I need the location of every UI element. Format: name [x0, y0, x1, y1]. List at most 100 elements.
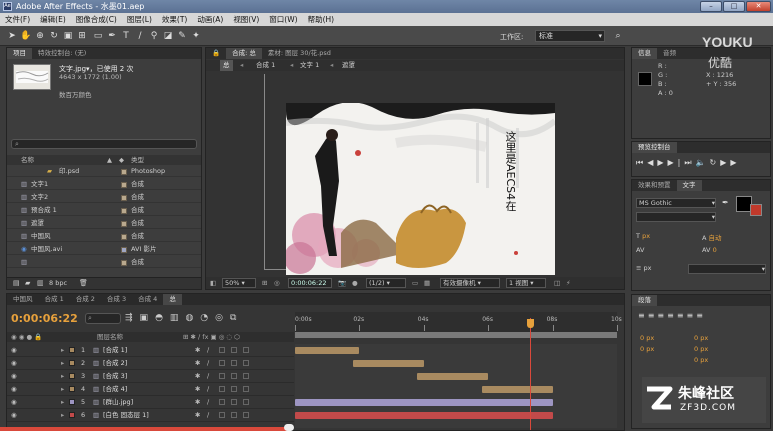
column-type[interactable]: 类型: [131, 155, 144, 165]
justify-right-icon[interactable]: ≡: [687, 311, 697, 320]
motion-blur-switch-box[interactable]: [243, 386, 249, 392]
project-row[interactable]: ▥ 遮罩 合成: [7, 218, 201, 229]
layer-duration-bar[interactable]: [352, 360, 424, 367]
timeline-current-time[interactable]: 0:00:06:22: [11, 312, 78, 325]
tab-audio[interactable]: 音频: [657, 48, 682, 59]
align-right-icon[interactable]: ≡: [657, 311, 667, 320]
eyedropper-icon[interactable]: ✒: [722, 198, 729, 207]
tab-timeline-china-style[interactable]: 中国风: [7, 294, 39, 305]
eye-visibility-icon[interactable]: ◉: [11, 409, 17, 422]
project-row[interactable]: ▥ 文字2 合成: [7, 192, 201, 203]
layer-duration-bar[interactable]: [295, 412, 553, 419]
layer-duration-bar[interactable]: [481, 386, 553, 393]
eraser-tool-icon[interactable]: ◪: [162, 30, 174, 42]
layer-name[interactable]: [合成 1]: [103, 344, 127, 357]
snapshot-icon[interactable]: 📷: [338, 277, 346, 289]
expand-arrow-icon[interactable]: ▸: [61, 357, 64, 370]
font-style-select[interactable]: ▾: [636, 212, 716, 222]
eye-visibility-icon[interactable]: ◉: [11, 357, 17, 370]
justify-all-icon[interactable]: ≡: [696, 311, 706, 320]
next-frame-icon[interactable]: ▶|: [668, 158, 685, 167]
column-name[interactable]: 名称: [21, 155, 34, 165]
new-folder-icon[interactable]: ▰: [25, 279, 30, 287]
eye-visibility-icon[interactable]: ◉: [11, 383, 17, 396]
previous-frame-icon[interactable]: ◀: [647, 158, 657, 167]
menu-window[interactable]: 窗口(W): [264, 13, 302, 26]
tab-timeline-comp-4[interactable]: 合成 4: [132, 294, 163, 305]
brainstorm-icon[interactable]: ◔: [200, 313, 215, 323]
viewer-timecode[interactable]: 0:00:06:22: [288, 278, 332, 288]
minimize-button[interactable]: –: [700, 1, 722, 12]
auto-keyframe-icon[interactable]: ◎: [215, 313, 230, 323]
selection-tool-icon[interactable]: ➤: [6, 30, 18, 42]
frame-blend-switch-box[interactable]: [231, 347, 237, 353]
frame-blend-switch-box[interactable]: [231, 412, 237, 418]
menu-effect[interactable]: 效果(T): [157, 13, 192, 26]
quality-switch-icon[interactable]: ∕: [207, 344, 209, 357]
composition-viewer-canvas[interactable]: 这里是AECS4在: [286, 103, 555, 275]
frame-blend-switch-box[interactable]: [231, 399, 237, 405]
layer-duration-bar[interactable]: [417, 373, 489, 380]
play-icon[interactable]: ▶: [657, 158, 667, 167]
motion-blur-switch-box[interactable]: [243, 399, 249, 405]
layer-name[interactable]: [白色 固态层 1]: [103, 409, 149, 422]
motion-blur-switch-box[interactable]: [243, 412, 249, 418]
project-row[interactable]: ◉ 中国风.avi AVI 影片: [7, 244, 201, 255]
workspace-select[interactable]: 标准 ▾: [535, 30, 605, 42]
tab-effects-presets[interactable]: 效果和预置: [632, 180, 677, 191]
camera-tool-icon[interactable]: ▣: [62, 30, 74, 42]
effect-switch-box[interactable]: [219, 347, 225, 353]
indent-right-value[interactable]: 0 px: [694, 333, 708, 344]
label-column-icon[interactable]: ◆: [119, 155, 124, 165]
stroke-width-value[interactable]: px: [644, 264, 652, 272]
collapse-switch-icon[interactable]: ✱: [195, 409, 200, 422]
tab-effect-controls[interactable]: 特效控制台: (无): [32, 48, 92, 59]
collapse-switch-icon[interactable]: ✱: [195, 370, 200, 383]
shy-layers-icon[interactable]: ◓: [155, 313, 170, 323]
breadcrumb-item[interactable]: 总: [220, 60, 233, 71]
tab-preview[interactable]: 预览控制台: [632, 142, 677, 153]
tab-composition-total[interactable]: 合成: 总: [226, 48, 262, 59]
justify-left-icon[interactable]: ≡: [667, 311, 677, 320]
collapse-switch-icon[interactable]: ✱: [195, 383, 200, 396]
layer-label-swatch[interactable]: [69, 347, 75, 353]
draft-3d-icon[interactable]: ▣: [140, 313, 156, 323]
graph-editor-icon[interactable]: ⧉: [230, 313, 243, 323]
bit-depth-toggle[interactable]: 8 bpc: [49, 279, 67, 287]
first-frame-icon[interactable]: ⏮: [636, 158, 647, 167]
mask-visibility-icon[interactable]: ◎: [274, 277, 280, 289]
breadcrumb-item[interactable]: 遮罩: [342, 60, 355, 71]
indent-left-value[interactable]: 0 px: [640, 333, 654, 344]
collapse-switch-icon[interactable]: ✱: [195, 357, 200, 370]
puppet-tool-icon[interactable]: ✦: [190, 30, 202, 42]
font-family-select[interactable]: MS Gothic ▾: [636, 198, 716, 208]
justify-center-icon[interactable]: ≡: [677, 311, 687, 320]
search-help-icon[interactable]: ⌕: [612, 30, 624, 42]
video-progress-bar[interactable]: [0, 427, 290, 431]
leading-value[interactable]: 自动: [709, 234, 722, 242]
rotate-tool-icon[interactable]: ↻: [48, 30, 60, 42]
layer-row[interactable]: ◉ ▸ 4 ▥ [合成 4] ✱ ∕: [7, 383, 294, 396]
camera-select[interactable]: 有效摄像机 ▾: [440, 278, 500, 288]
text-tool-icon[interactable]: T: [120, 30, 132, 42]
expand-arrow-icon[interactable]: ▸: [61, 396, 64, 409]
fast-previews-icon[interactable]: ⚡: [566, 277, 571, 289]
interpret-footage-icon[interactable]: ▤: [13, 279, 20, 287]
tab-character[interactable]: 文字: [676, 180, 702, 191]
pan-behind-tool-icon[interactable]: ⊞: [76, 30, 88, 42]
frame-blending-icon[interactable]: ▥: [170, 313, 186, 323]
video-progress-handle[interactable]: [284, 424, 294, 431]
quality-switch-icon[interactable]: ∕: [207, 396, 209, 409]
brush-tool-icon[interactable]: ∕: [134, 30, 146, 42]
project-row[interactable]: ▰ 印.psd Photoshop: [7, 166, 201, 177]
stroke-option-select[interactable]: ▾: [688, 264, 766, 274]
tab-timeline-comp-3[interactable]: 合成 3: [101, 294, 132, 305]
transparency-grid-icon[interactable]: ▦: [424, 277, 430, 289]
project-row[interactable]: ▥ 合成: [7, 257, 201, 268]
space-after-value[interactable]: 0 px: [694, 355, 708, 366]
roto-brush-tool-icon[interactable]: ✎: [176, 30, 188, 42]
region-of-interest-icon[interactable]: ▭: [412, 277, 418, 289]
toggle-pixel-aspect-icon[interactable]: ◫: [554, 277, 560, 289]
layer-label-swatch[interactable]: [69, 386, 75, 392]
layer-label-swatch[interactable]: [69, 412, 75, 418]
